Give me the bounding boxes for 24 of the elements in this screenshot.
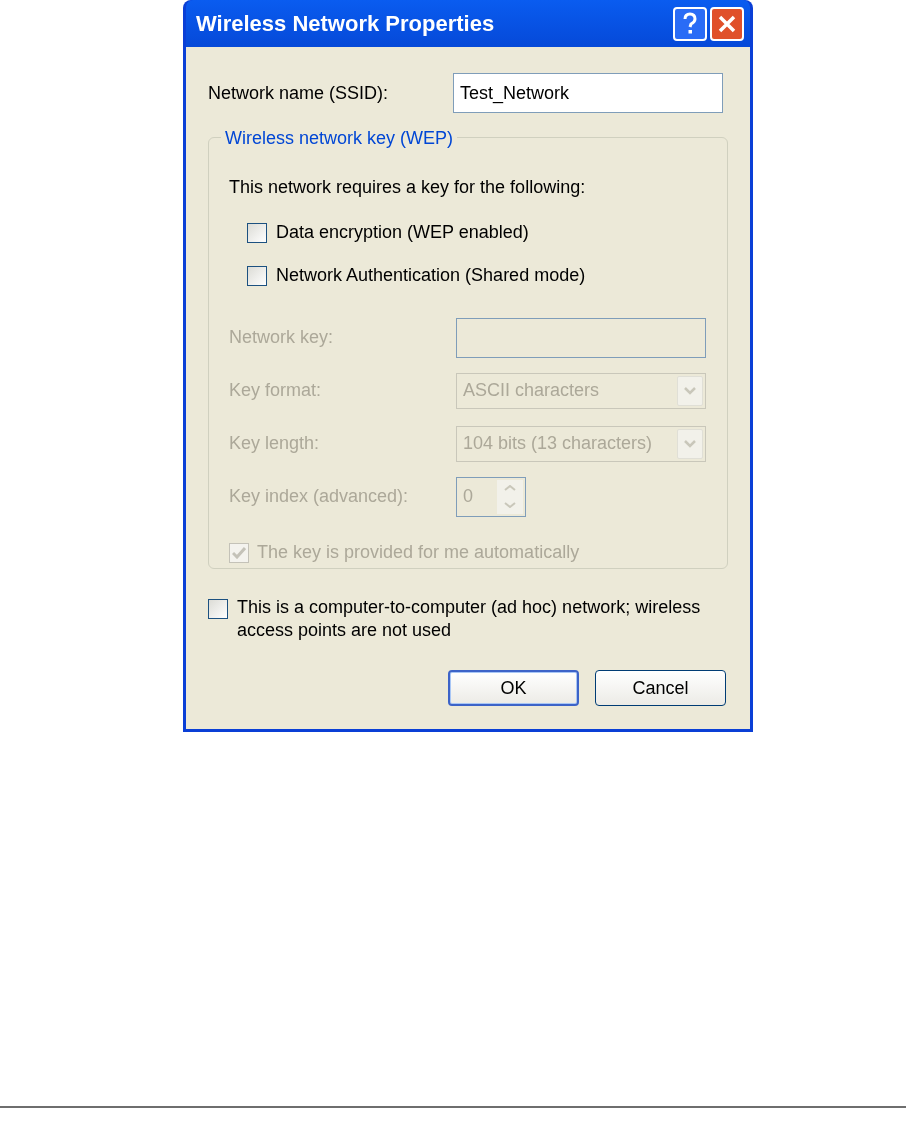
input-field[interactable]: Test_Network — [453, 73, 723, 113]
dialog-button[interactable]: OK — [448, 670, 579, 706]
field-label: Key index (advanced): — [229, 485, 410, 508]
checkbox-label: The key is provided for me automatically — [257, 541, 580, 564]
checkbox-label: Data encryption (WEP enabled) — [276, 221, 529, 244]
checkbox-label: Network Authentication (Shared mode) — [276, 264, 586, 287]
close-button[interactable] — [710, 6, 744, 41]
checkbox[interactable] — [247, 222, 267, 243]
spinner-arrows-icon — [497, 479, 523, 514]
check-icon — [232, 546, 246, 559]
field-label: Key format: — [229, 379, 323, 402]
checkbox[interactable] — [247, 265, 267, 286]
close-icon — [717, 13, 737, 34]
field-label: Network name (SSID): — [208, 81, 390, 105]
group-description: This network requires a key for the following: — [229, 176, 587, 199]
field-label: Network key: — [229, 326, 335, 349]
dialog-button[interactable]: Cancel — [595, 670, 726, 706]
field-label: Key length: — [229, 432, 321, 455]
help-icon — [682, 11, 698, 36]
checkbox[interactable] — [208, 599, 228, 619]
input-field[interactable] — [456, 317, 706, 358]
help-button[interactable] — [673, 6, 707, 41]
checkbox-label: This is a computer-to-computer (ad hoc) network; wireless access points are not used — [237, 596, 702, 642]
window-title: Wireless Network Properties — [196, 10, 495, 38]
